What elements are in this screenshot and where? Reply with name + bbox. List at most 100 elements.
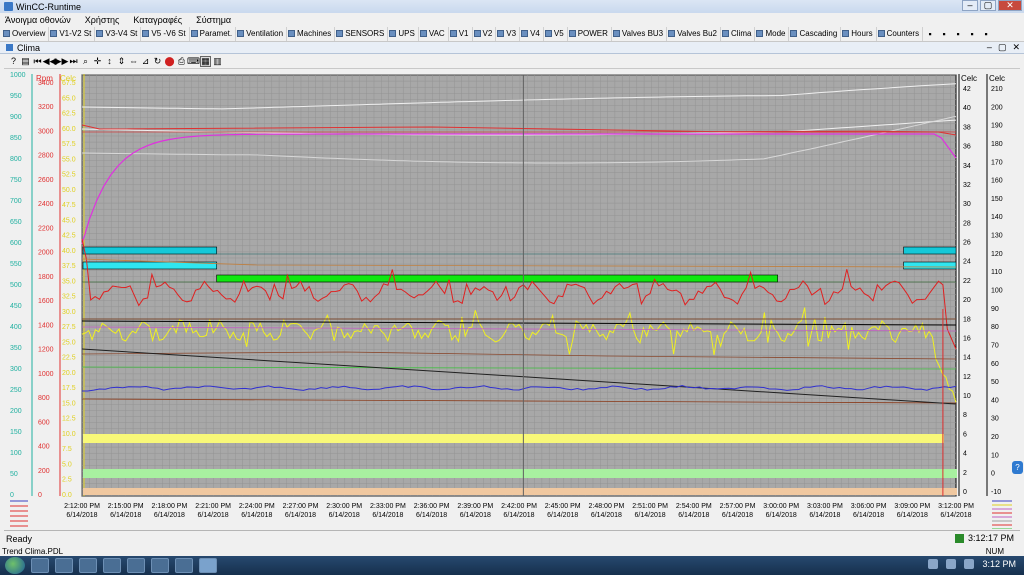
screen-icon <box>722 30 729 37</box>
status-text: Ready <box>6 533 33 544</box>
flag-icon[interactable] <box>964 559 975 569</box>
left-axis-tick: 400 <box>10 324 22 331</box>
left-axis-tick: 15.0 <box>62 400 76 407</box>
document-close-button[interactable]: ✕ <box>1012 42 1020 53</box>
window-title: WinCC-Runtime <box>16 1 82 12</box>
statistics-area-icon[interactable]: ▦ <box>200 56 211 67</box>
left-axis-tick: 2200 <box>38 225 54 232</box>
time-axis-label: 2:21:00 PM <box>195 503 231 510</box>
close-button[interactable]: ✕ <box>998 0 1022 11</box>
screen-icon <box>497 30 505 37</box>
stop-icon[interactable]: ⬤ <box>164 56 175 67</box>
nav-button-hours[interactable]: Hours <box>841 26 877 41</box>
arrows-icon[interactable]: ▪ <box>980 28 992 40</box>
config-dialog-icon[interactable]: ▤ <box>20 56 31 67</box>
select-data-icon[interactable]: ⌨ <box>187 56 200 67</box>
menu-bar: Άνοιγμα οθονών Χρήστης Καταγραφές Σύστημ… <box>0 13 1024 26</box>
trend-control: 1000950900850800750700650600550500450400… <box>4 69 1020 529</box>
taskbar-wincc-explorer-icon[interactable] <box>103 558 121 573</box>
previous-data-icon[interactable]: ◀◀ <box>43 56 57 67</box>
setpoint-bar <box>903 246 957 255</box>
taskbar-tag-logging-icon[interactable] <box>151 558 169 573</box>
edit-icon[interactable]: ▪ <box>952 28 964 40</box>
next-data-icon[interactable]: ▶▶ <box>55 56 69 67</box>
right-axis-tick: 32 <box>963 182 971 189</box>
last-data-icon[interactable]: ⏭ <box>68 56 79 67</box>
nav-button-v5[interactable]: V5 <box>544 26 568 41</box>
menu-item-user[interactable]: Χρήστης <box>85 15 120 25</box>
document-maximize-button[interactable]: ▢ <box>998 42 1007 53</box>
zoom-area-icon[interactable]: ⌕ <box>80 56 91 67</box>
right-axis-tick: 60 <box>991 361 999 368</box>
nav-button-clima[interactable]: Clima <box>721 26 756 41</box>
maximize-button[interactable]: ▢ <box>980 0 996 11</box>
help-balloon-icon[interactable]: ? <box>1012 461 1023 474</box>
time-axis-label: 2:15:00 PM <box>108 503 144 510</box>
left-axis-tick: 3400 <box>38 80 54 87</box>
taskbar-folder-icon[interactable] <box>55 558 73 573</box>
nav-button-paramet[interactable]: Paramet. <box>190 26 237 41</box>
nav-button-valves-bu3[interactable]: Valves BU3 <box>612 26 668 41</box>
right-axis-tick: 20 <box>991 434 999 441</box>
wizard-icon[interactable]: ▪ <box>966 28 978 40</box>
nav-button-valves-bu2[interactable]: Valves Bu2 <box>667 26 721 41</box>
document-minimize-button[interactable]: – <box>987 42 992 53</box>
left-axis-tick: 42.5 <box>62 233 76 240</box>
nav-button-v1-v2-st[interactable]: V1-V2 St <box>49 26 96 41</box>
nav-button-v5-v6-st[interactable]: V5 -V6 St <box>141 26 190 41</box>
file-status-bar: Trend Clima.PDL NUM <box>0 547 1024 556</box>
left-axis-tick: 40.0 <box>62 248 76 255</box>
ruler-icon[interactable]: ⊿ <box>140 56 151 67</box>
zoom-time-axis-icon[interactable]: ↕ <box>104 56 115 67</box>
left-axis-tick: 950 <box>10 93 22 100</box>
taskbar-media-icon[interactable] <box>79 558 97 573</box>
user-icon[interactable]: ▪ <box>924 28 936 40</box>
nav-button-power[interactable]: POWER <box>568 26 612 41</box>
first-data-icon[interactable]: ⏮ <box>32 56 43 67</box>
move-trend-area-icon[interactable]: ⇔ <box>128 56 139 67</box>
zoom-value-axis-icon[interactable]: ⇕ <box>116 56 127 67</box>
zoom-plus-minus-icon[interactable]: ✛ <box>92 56 103 67</box>
start-button[interactable] <box>5 557 25 574</box>
left-axis-tick: 600 <box>38 419 50 426</box>
left-axis-tick: 35.0 <box>62 278 76 285</box>
nav-button-ups[interactable]: UPS <box>388 26 419 41</box>
time-axis-label: 2:42:00 PM <box>501 503 537 510</box>
nav-button-v3-v4-st[interactable]: V3-V4 St <box>95 26 142 41</box>
nav-button-mode[interactable]: Mode <box>755 26 790 41</box>
print-icon[interactable]: ⎙ <box>176 56 187 67</box>
right-axis-title: Celc <box>989 74 1005 83</box>
lightbulb-icon[interactable]: ▪ <box>938 28 950 40</box>
help-icon[interactable]: ? <box>8 56 19 67</box>
nav-button-v1[interactable]: V1 <box>449 26 473 41</box>
minimize-button[interactable]: – <box>962 0 978 11</box>
volume-icon[interactable] <box>946 559 957 569</box>
nav-button-ventilation[interactable]: Ventilation <box>236 26 288 41</box>
menu-item-logs[interactable]: Καταγραφές <box>133 15 182 25</box>
taskbar-wincc-runtime-icon[interactable] <box>199 558 217 573</box>
taskbar-explorer-icon[interactable] <box>31 558 49 573</box>
screen-icon <box>96 30 104 37</box>
nav-button-v4[interactable]: V4 <box>520 26 544 41</box>
nav-button-counters[interactable]: Counters <box>877 26 924 41</box>
nav-button-sensors[interactable]: SENSORS <box>335 26 389 41</box>
screen-icon <box>288 30 296 37</box>
taskbar-clock[interactable]: 3:12 PM <box>982 559 1016 569</box>
right-axis-tick: 16 <box>963 335 971 342</box>
nav-button-vac[interactable]: VAC <box>419 26 449 41</box>
nav-button-v3[interactable]: V3 <box>496 26 521 41</box>
nav-button-cascading[interactable]: Cascading <box>789 26 842 41</box>
taskbar-graphics-designer-icon[interactable] <box>127 558 145 573</box>
original-view-icon[interactable]: ↻ <box>152 56 163 67</box>
statistics-icon[interactable]: ▥ <box>212 56 223 67</box>
nav-button-machines[interactable]: Machines <box>287 26 336 41</box>
nav-button-overview[interactable]: Overview <box>2 26 50 41</box>
time-axis-date: 6/14/2018 <box>416 512 447 519</box>
menu-item-screens[interactable]: Άνοιγμα οθονών <box>5 15 71 25</box>
menu-item-system[interactable]: Σύστημα <box>196 15 231 25</box>
nav-button-v2[interactable]: V2 <box>473 26 497 41</box>
network-icon[interactable] <box>928 559 939 569</box>
taskbar-runtime-icon[interactable] <box>175 558 193 573</box>
right-axis-tick: 190 <box>991 123 1003 130</box>
setpoint-bar <box>82 246 218 255</box>
